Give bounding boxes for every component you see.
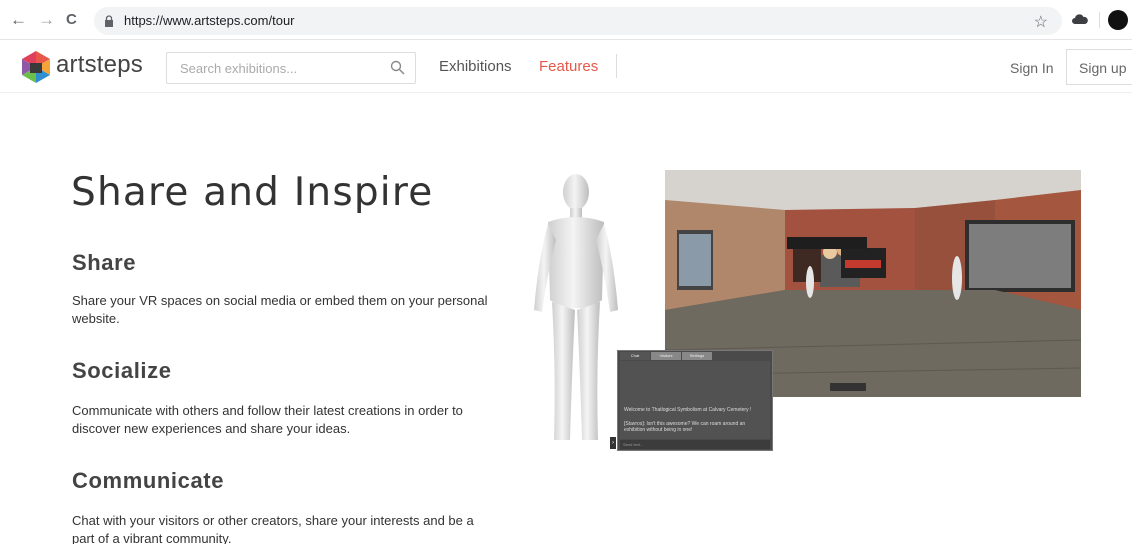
bookmark-star-icon[interactable]: ☆ [1034, 12, 1048, 32]
chat-messages: Welcome to Thatlogical Symbolism at Calv… [620, 361, 770, 439]
chat-panel: Chat Visitors Settings Welcome to Thatlo… [617, 350, 773, 451]
search-input[interactable] [167, 53, 387, 83]
back-icon[interactable]: ← [10, 11, 27, 29]
section-body-socialize: Communicate with others and follow their… [72, 403, 463, 436]
section-body-share: Share your VR spaces on social media or … [72, 293, 488, 326]
logo-text[interactable]: artsteps [56, 51, 143, 79]
settings-tab: Settings [682, 352, 712, 360]
section-body-communicate: Chat with your visitors or other creator… [72, 513, 474, 544]
lock-icon [105, 15, 113, 27]
section-heading-share: Share [72, 250, 137, 275]
browser-toolbar: ← → C https://www.artsteps.com/tour ☆ [0, 0, 1132, 40]
address-bar[interactable]: https://www.artsteps.com/tour ☆ [94, 7, 1062, 35]
nav-divider [616, 54, 617, 78]
section-heading-socialize: Socialize [72, 358, 172, 383]
page-title: Share and Inspire [71, 170, 434, 215]
cloud-extension-icon[interactable] [1072, 13, 1088, 27]
chat-input: Send text... [620, 440, 770, 449]
chat-tab: Chat [620, 352, 650, 360]
nav-features[interactable]: Features [539, 58, 598, 75]
search-icon[interactable] [390, 60, 405, 75]
toolbar-divider [1099, 12, 1100, 28]
artsteps-logo-icon[interactable] [18, 49, 54, 85]
site-header: artsteps Exhibitions Features Sign In Si… [0, 41, 1132, 93]
chat-message: Welcome to Thatlogical Symbolism at Calv… [624, 407, 752, 413]
sign-up-button[interactable]: Sign up [1066, 49, 1132, 85]
visitors-tab: Visitors [651, 352, 681, 360]
profile-avatar[interactable] [1108, 10, 1128, 30]
mannequin-avatar-image [534, 174, 618, 440]
forward-icon[interactable]: → [38, 11, 55, 29]
section-heading-communicate: Communicate [72, 468, 225, 493]
chat-message: [Stavros]: Isn't this awesome? We can ro… [624, 421, 746, 433]
reload-icon[interactable]: C [66, 11, 77, 29]
search-box[interactable] [166, 52, 416, 84]
url-text: https://www.artsteps.com/tour [124, 13, 295, 28]
chat-tabs: Chat Visitors Settings [620, 352, 712, 360]
sign-in-link[interactable]: Sign In [1010, 60, 1054, 76]
chat-collapse-icon: › [610, 437, 616, 449]
nav-exhibitions[interactable]: Exhibitions [439, 58, 512, 75]
